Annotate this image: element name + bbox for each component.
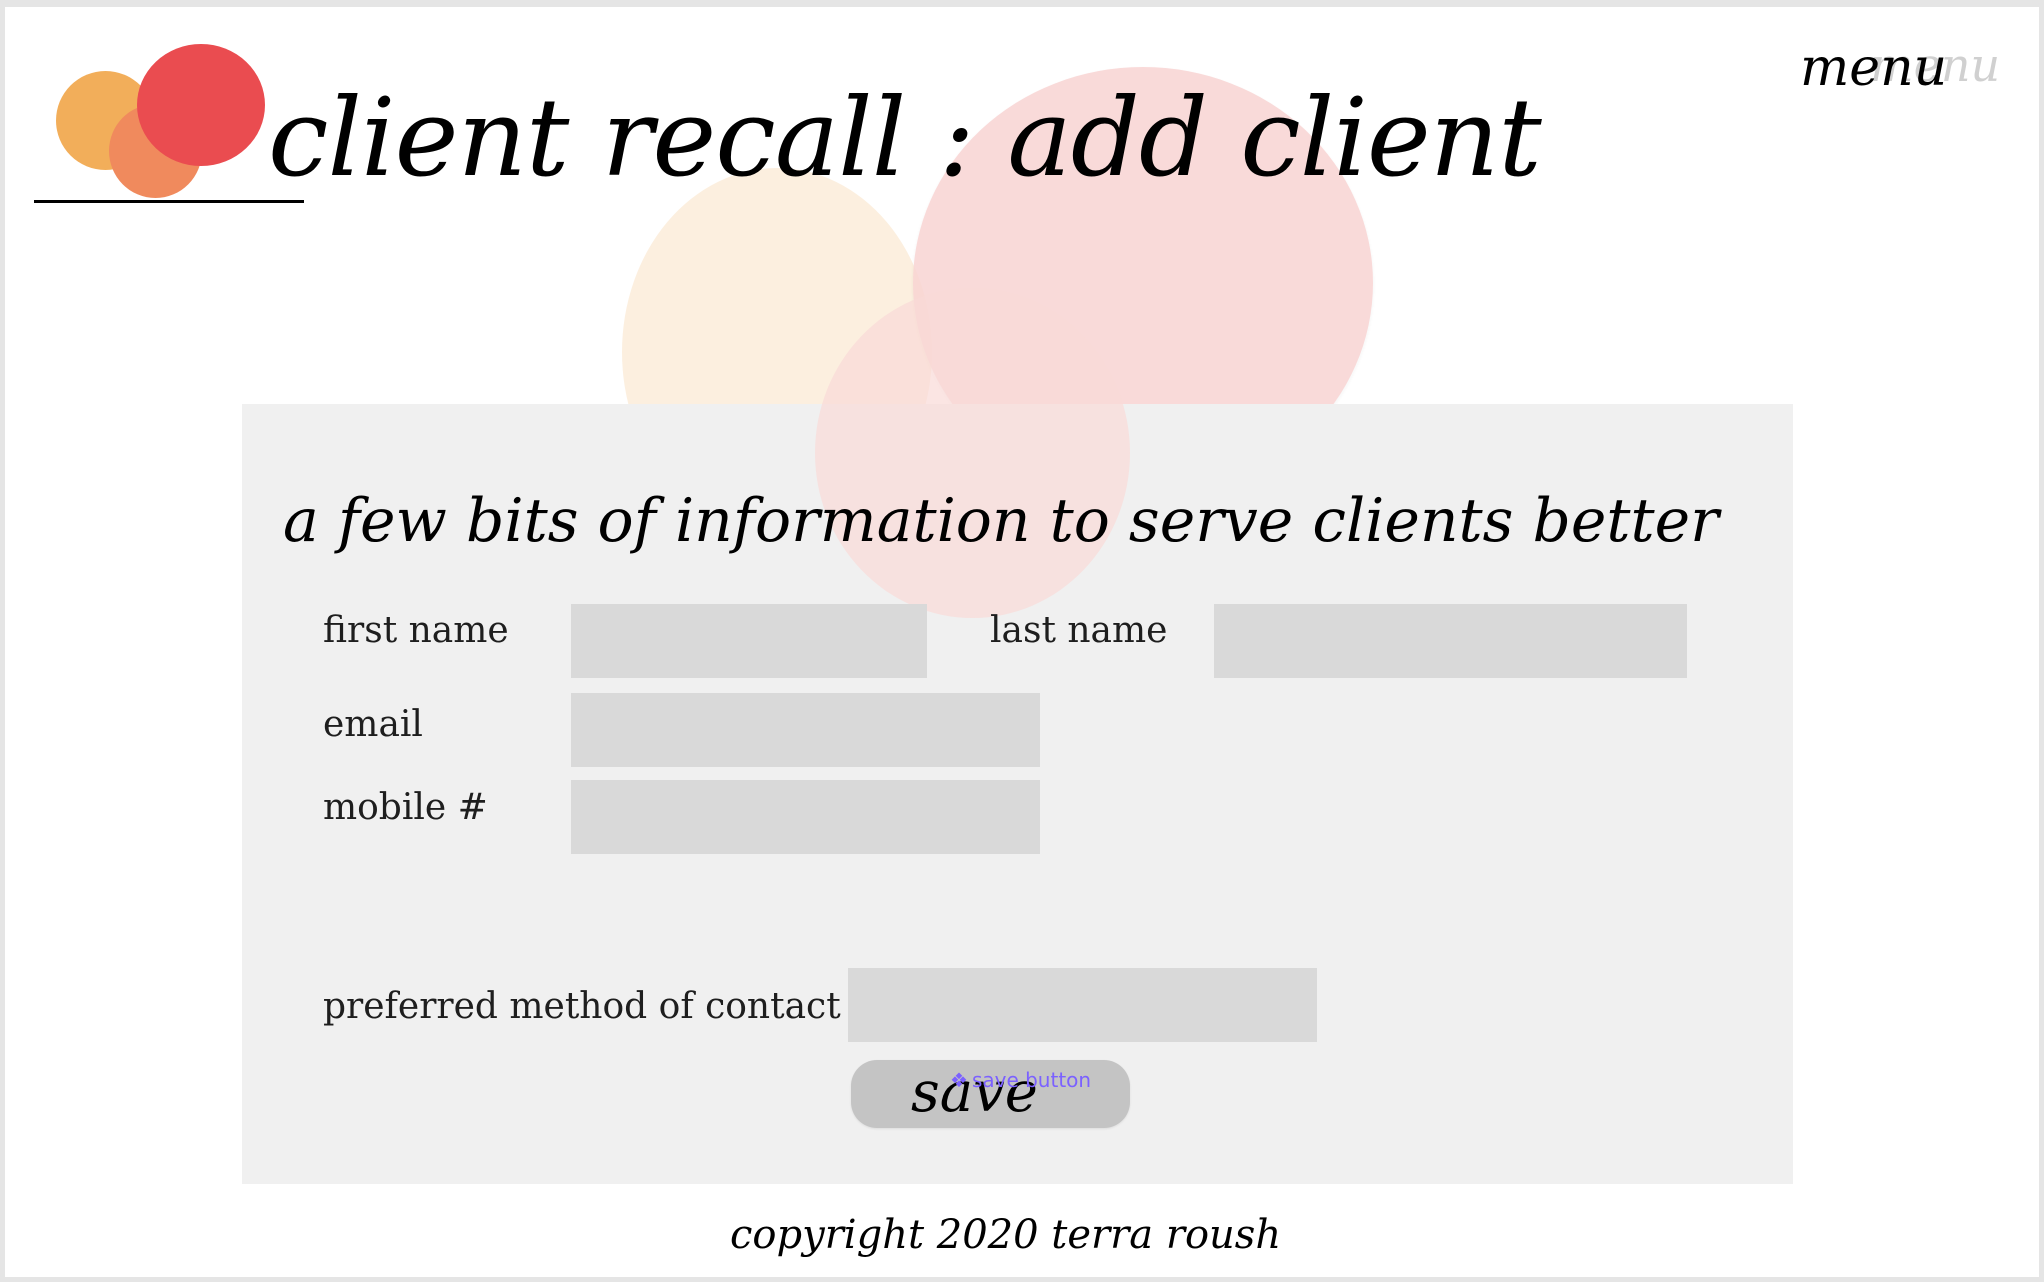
component-tag: ❖ save button bbox=[950, 1068, 1091, 1092]
component-tag-label: save button bbox=[971, 1068, 1092, 1092]
email-field[interactable] bbox=[571, 693, 1040, 767]
last-name-label: last name bbox=[990, 610, 1168, 651]
first-name-field[interactable] bbox=[571, 604, 927, 678]
logo-underline bbox=[34, 200, 304, 203]
footer-copyright: copyright 2020 terra roush bbox=[730, 1212, 1282, 1258]
menu-link[interactable]: menu bbox=[1800, 42, 1947, 94]
last-name-field[interactable] bbox=[1214, 604, 1687, 678]
mobile-field[interactable] bbox=[571, 780, 1040, 854]
form-subtitle: a few bits of information to serve clien… bbox=[283, 486, 1719, 556]
email-label: email bbox=[323, 704, 423, 745]
page-title: client recall : add client bbox=[268, 76, 1542, 201]
logo-circle-red bbox=[137, 44, 265, 166]
first-name-label: first name bbox=[323, 610, 509, 651]
decorative-circle-rose bbox=[815, 288, 1130, 618]
mobile-label: mobile # bbox=[323, 787, 488, 828]
preferred-contact-field[interactable] bbox=[848, 968, 1317, 1042]
component-icon: ❖ bbox=[950, 1068, 968, 1092]
preferred-contact-label: preferred method of contact bbox=[323, 986, 841, 1027]
